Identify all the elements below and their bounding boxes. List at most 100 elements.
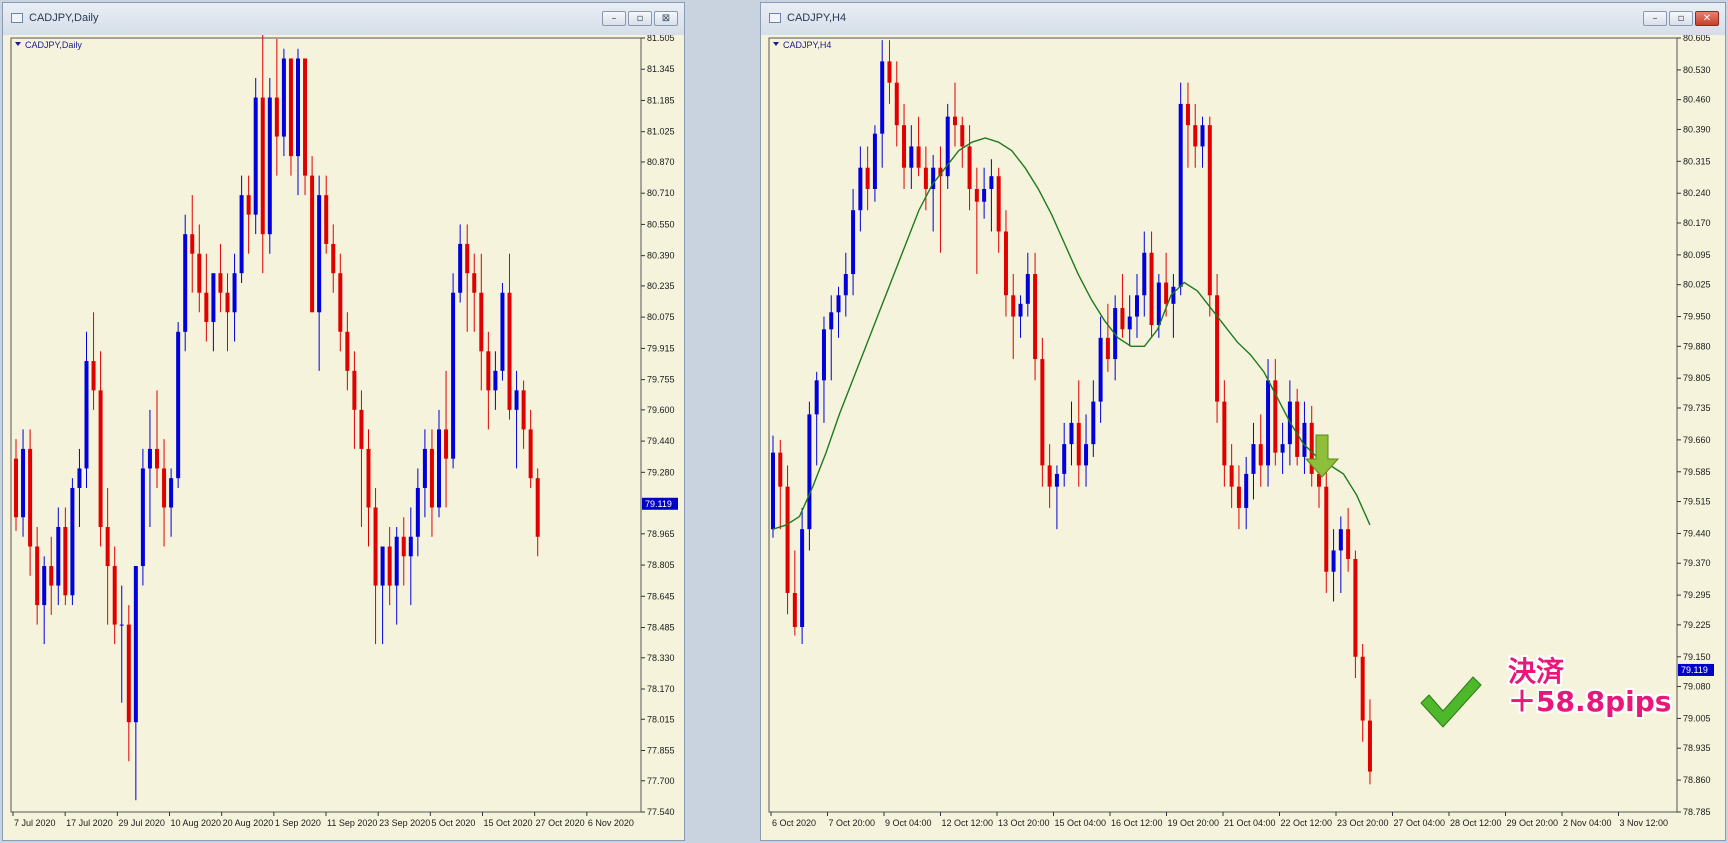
candle-body xyxy=(479,292,484,352)
checkmark-icon xyxy=(1420,676,1482,728)
candle-body xyxy=(1258,444,1263,466)
x-tick-label: 22 Oct 12:00 xyxy=(1281,818,1333,828)
y-tick-label: 78.485 xyxy=(647,623,675,633)
y-tick-label: 78.170 xyxy=(647,684,675,694)
x-tick-label: 11 Sep 2020 xyxy=(327,818,377,828)
y-tick-label: 79.755 xyxy=(647,375,675,385)
candle-body xyxy=(310,175,315,313)
y-tick-label: 79.950 xyxy=(1683,312,1711,322)
window-titlebar[interactable]: CADJPY,H4 – ▫ ✕ xyxy=(761,3,1725,35)
x-tick-label: 20 Aug 2020 xyxy=(223,818,274,828)
candle-body xyxy=(1076,422,1081,466)
candle-body xyxy=(49,566,54,586)
candle-body xyxy=(493,370,498,391)
candle-body xyxy=(281,58,286,137)
y-tick-label: 79.440 xyxy=(647,436,675,446)
candle-body xyxy=(317,195,322,313)
candle-body xyxy=(1047,465,1052,487)
chart-window-h4[interactable]: CADJPY,H4 – ▫ ✕ CADJPY,H4 80.605 80.530 80.… xyxy=(760,2,1726,841)
close-button[interactable]: ⊠ xyxy=(654,11,678,26)
x-tick-label: 16 Oct 12:00 xyxy=(1111,818,1163,828)
chart-canvas-h4[interactable]: CADJPY,H4 80.605 80.530 80.460 80.390 80.315 8… xyxy=(761,35,1725,840)
candle-body xyxy=(829,312,834,330)
y-tick-label: 79.660 xyxy=(1683,435,1711,445)
y-tick-label: 78.860 xyxy=(1683,775,1711,785)
candle-body xyxy=(296,58,300,157)
candle-body xyxy=(486,351,491,391)
x-tick-label: 27 Oct 04:00 xyxy=(1394,818,1446,828)
candlestick-chart-h4[interactable]: CADJPY,H4 80.605 80.530 80.460 80.390 80.315 8… xyxy=(761,35,1725,840)
candle-body xyxy=(458,243,463,293)
y-tick-label: 78.965 xyxy=(647,529,675,539)
y-tick-label: 80.710 xyxy=(647,188,675,198)
candle-body xyxy=(843,274,848,296)
x-tick-label: 12 Oct 12:00 xyxy=(942,818,994,828)
y-tick-label: 80.390 xyxy=(1683,124,1711,134)
x-tick-label: 15 Oct 2020 xyxy=(484,818,533,828)
candle-body xyxy=(996,176,1001,232)
candle-body xyxy=(771,452,775,530)
candle-body xyxy=(1011,295,1016,317)
candle-body xyxy=(1069,422,1074,445)
candle-body xyxy=(267,97,272,235)
candle-body xyxy=(1222,401,1227,466)
chart-window-daily[interactable]: CADJPY,Daily – ▫ ⊠ CADJPY,Daily 81.505 81.… xyxy=(2,2,685,841)
y-tick-label: 79.080 xyxy=(1683,682,1711,692)
candle-body xyxy=(70,487,75,596)
candle-body xyxy=(35,546,40,606)
chart-symbol-label: CADJPY,H4 xyxy=(783,40,831,50)
candle-body xyxy=(218,273,223,293)
candle-body xyxy=(1346,529,1351,559)
y-tick-label: 78.645 xyxy=(647,591,675,601)
close-button[interactable]: ✕ xyxy=(1695,11,1719,26)
candlestick-chart-daily[interactable]: CADJPY,Daily 81.505 81.345 81.185 81.025 80.8… xyxy=(3,35,684,840)
y-tick-label: 79.440 xyxy=(1683,528,1711,538)
maximize-button[interactable]: ▫ xyxy=(1669,11,1693,26)
candle-body xyxy=(324,195,329,244)
y-tick-label: 79.585 xyxy=(1683,467,1711,477)
candle-body xyxy=(894,82,899,126)
collapse-triangle-icon xyxy=(15,42,21,46)
y-tick-label: 78.785 xyxy=(1683,807,1711,817)
x-tick-label: 27 Oct 2020 xyxy=(536,818,585,828)
candle-body xyxy=(1200,125,1205,147)
candle-body xyxy=(872,133,877,189)
minimize-button[interactable]: – xyxy=(1643,11,1667,26)
candle-body xyxy=(982,188,987,202)
candle-body xyxy=(394,536,399,586)
maximize-button[interactable]: ▫ xyxy=(628,11,652,26)
candle-body xyxy=(814,380,819,415)
candle-body xyxy=(303,58,308,176)
y-tick-label: 78.935 xyxy=(1683,743,1711,753)
candle-body xyxy=(1098,337,1103,402)
candle-body xyxy=(331,243,336,274)
x-tick-label: 6 Oct 2020 xyxy=(772,818,816,828)
candle-body xyxy=(1135,295,1139,317)
candle-body xyxy=(916,146,921,168)
minimize-button[interactable]: – xyxy=(602,11,626,26)
candle-body xyxy=(1156,282,1161,326)
candle-body xyxy=(821,329,826,381)
candle-body xyxy=(1054,473,1059,487)
candle-body xyxy=(387,546,392,586)
candle-body xyxy=(126,624,131,723)
candle-body xyxy=(1331,550,1336,572)
x-tick-label: 23 Oct 20:00 xyxy=(1337,818,1389,828)
y-tick-label: 80.870 xyxy=(647,157,675,167)
y-tick-label: 80.315 xyxy=(1683,156,1711,166)
candle-body xyxy=(98,390,103,527)
candle-body xyxy=(500,292,505,371)
candle-body xyxy=(190,234,195,254)
chart-canvas-daily[interactable]: CADJPY,Daily 81.505 81.345 81.185 81.025 80.8… xyxy=(3,35,684,840)
candle-body xyxy=(800,529,805,628)
candle-body xyxy=(851,210,856,275)
candle-body xyxy=(1120,308,1125,330)
candle-body xyxy=(887,61,892,83)
y-tick-label: 79.805 xyxy=(1683,373,1711,383)
candle-body xyxy=(778,452,783,487)
candle-body xyxy=(42,566,47,606)
candle-body xyxy=(429,448,434,508)
window-titlebar[interactable]: CADJPY,Daily – ▫ ⊠ xyxy=(3,3,684,35)
candle-body xyxy=(902,125,907,168)
candle-body xyxy=(28,448,33,547)
